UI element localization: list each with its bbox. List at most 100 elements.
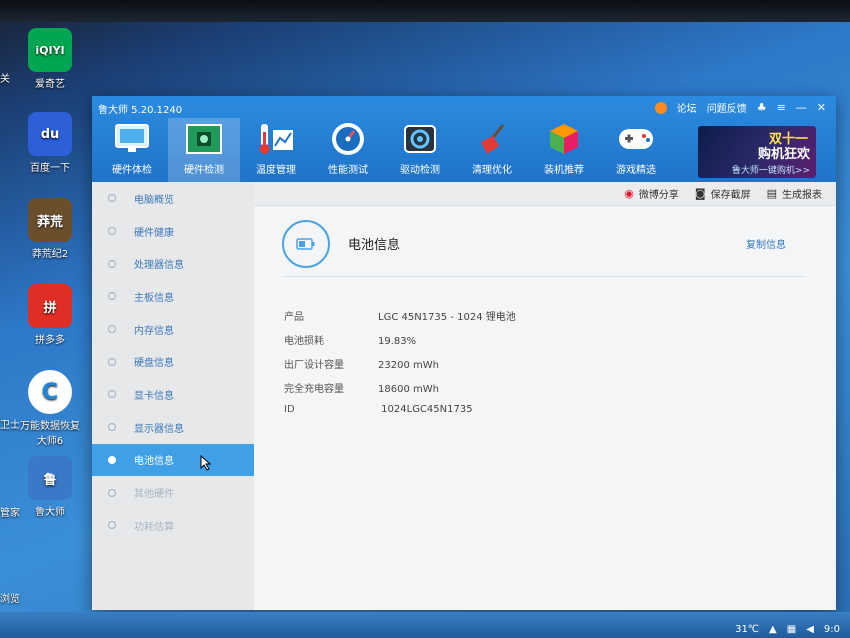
feedback-link[interactable]: 问题反馈 xyxy=(707,100,747,115)
tool-cleanup[interactable]: 清理优化 xyxy=(456,118,528,182)
sidebar-item-memory[interactable]: 内存信息 xyxy=(92,313,254,346)
circuit-board-icon xyxy=(185,121,223,157)
tool-games[interactable]: 游戏精选 xyxy=(600,118,672,182)
menu-icon[interactable]: ≡ xyxy=(777,101,786,114)
sidebar-item-overview[interactable]: 电脑概览 xyxy=(92,182,254,215)
desktop-icon-baidu[interactable]: du 百度一下 xyxy=(22,112,78,174)
bullet-icon xyxy=(108,227,116,236)
taskbar: 31℃ ▲ ▦ ◀ 9:0 xyxy=(0,612,850,638)
tool-temperature[interactable]: 温度管理 xyxy=(240,118,312,182)
speedometer-icon xyxy=(329,121,367,157)
battery-icon xyxy=(282,220,330,268)
sidebar-item-cpu[interactable]: 处理器信息 xyxy=(92,247,254,280)
generate-report-label: 生成报表 xyxy=(782,190,822,201)
desktop-icon-label: 莽荒纪2 xyxy=(31,249,69,260)
desktop-icon-pinduoduo[interactable]: 拼 拼多多 xyxy=(22,284,78,346)
sidebar-item-motherboard[interactable]: 主板信息 xyxy=(92,280,254,313)
sidebar-item-label: 功耗估算 xyxy=(134,521,174,533)
mouse-cursor-icon xyxy=(200,454,212,475)
skin-icon[interactable]: ♣ xyxy=(757,101,767,114)
volume-icon[interactable]: ◀ xyxy=(806,624,814,635)
pinduoduo-icon: 拼 xyxy=(28,284,72,328)
info-row-wear: 电池损耗 19.83% xyxy=(284,332,416,347)
tool-build-recommend[interactable]: 装机推荐 xyxy=(528,118,600,182)
copy-info-link[interactable]: 复制信息 xyxy=(746,236,786,251)
bullet-icon xyxy=(108,357,116,366)
action-bar: ◉ 微博分享 ◙ 保存截屏 ▤ 生成报表 xyxy=(254,182,836,206)
weibo-share-label: 微博分享 xyxy=(638,190,679,201)
weibo-icon: ◉ xyxy=(624,187,634,200)
info-row-product: 产品 LGC 45N1735 - 1024 锂电池 xyxy=(284,308,516,323)
sidebar-item-label: 显示器信息 xyxy=(134,423,184,435)
desktop-icon-label: 万能数据恢复大师6 xyxy=(20,421,80,447)
forum-link[interactable]: 论坛 xyxy=(677,100,697,115)
sidebar-item-label: 处理器信息 xyxy=(134,260,184,272)
tool-label: 游戏精选 xyxy=(616,165,656,176)
sidebar-item-disk[interactable]: 硬盘信息 xyxy=(92,345,254,378)
sidebar-item-label: 电池信息 xyxy=(134,456,174,468)
edge-icon-label: 浏览 xyxy=(0,594,20,605)
bullet-icon xyxy=(108,455,116,464)
temperature-readout: 31℃ xyxy=(735,624,760,635)
sidebar-item-label: 主板信息 xyxy=(134,292,174,304)
app-header: 鲁大师 5.20.1240 论坛 问题反馈 ♣ ≡ — ✕ 硬件体检 硬件检测 xyxy=(92,96,836,182)
sidebar-item-label: 内存信息 xyxy=(134,325,174,337)
desktop-icon-label: 拼多多 xyxy=(35,335,65,346)
bullet-icon xyxy=(108,390,116,399)
edge-icon-label: 关 xyxy=(0,74,10,85)
hardware-sidebar: 电脑概览 硬件健康 处理器信息 主板信息 内存信息 硬盘信息 显卡信息 显示器信… xyxy=(92,182,254,610)
tool-performance[interactable]: 性能测试 xyxy=(312,118,384,182)
tool-label: 装机推荐 xyxy=(544,165,584,176)
sidebar-item-label: 其他硬件 xyxy=(134,489,174,501)
network-icon[interactable]: ▦ xyxy=(787,624,796,635)
ludashi-logo-icon xyxy=(654,101,667,114)
tray-icon[interactable]: ▲ xyxy=(769,624,777,635)
sidebar-item-label: 硬件健康 xyxy=(134,227,174,239)
tool-label: 清理优化 xyxy=(472,165,512,176)
desktop-icon-label: 鲁大师 xyxy=(35,507,65,518)
main-toolbar: 硬件体检 硬件检测 温度管理 性能测试 驱动检测 清理优化 装机推荐 游戏精选 xyxy=(96,118,672,182)
desktop-icon-ludashi[interactable]: 鲁 鲁大师 xyxy=(22,456,78,518)
save-screenshot-label: 保存截屏 xyxy=(710,190,751,201)
sidebar-item-power-estimate[interactable]: 功耗估算 xyxy=(92,509,254,542)
sidebar-item-display[interactable]: 显示器信息 xyxy=(92,411,254,444)
info-label: 完全充电容量 xyxy=(284,384,344,395)
desktop-icon-iqiyi[interactable]: iQIYI 爱奇艺 xyxy=(22,28,78,90)
weibo-share-button[interactable]: ◉ 微博分享 xyxy=(624,186,679,201)
cube-icon xyxy=(545,121,583,157)
tool-label: 性能测试 xyxy=(328,165,368,176)
desktop-icon-label: 爱奇艺 xyxy=(35,79,65,90)
sidebar-item-gpu[interactable]: 显卡信息 xyxy=(92,378,254,411)
report-icon: ▤ xyxy=(766,187,777,200)
sidebar-item-battery[interactable]: 电池信息 xyxy=(92,443,254,477)
info-label: 产品 xyxy=(284,312,304,323)
tool-driver[interactable]: 驱动检测 xyxy=(384,118,456,182)
sidebar-item-other-hardware[interactable]: 其他硬件 xyxy=(92,476,254,509)
system-tray: 31℃ ▲ ▦ ◀ 9:0 xyxy=(735,624,840,635)
info-label: ID xyxy=(284,404,295,415)
clock[interactable]: 9:0 xyxy=(824,624,840,635)
gear-box-icon xyxy=(401,121,439,157)
info-row-id: ID 1024LGC45N1735 xyxy=(284,404,473,415)
bullet-icon xyxy=(108,521,116,530)
bullet-icon xyxy=(108,488,116,497)
monitor-icon xyxy=(113,121,151,157)
screen-bezel xyxy=(0,0,850,22)
window-title: 鲁大师 5.20.1240 xyxy=(98,105,183,116)
bullet-icon xyxy=(108,259,116,268)
tool-label: 硬件体检 xyxy=(112,165,152,176)
close-icon[interactable]: ✕ xyxy=(817,101,826,114)
promo-banner[interactable]: 双十一 购机狂欢 鲁大师一键购机>> xyxy=(698,126,816,178)
sidebar-item-health[interactable]: 硬件健康 xyxy=(92,215,254,248)
tool-hardware-checkup[interactable]: 硬件体检 xyxy=(96,118,168,182)
info-value: 18600 mWh xyxy=(378,384,439,395)
ludashi-icon: 鲁 xyxy=(28,456,72,500)
desktop-icon-label: 百度一下 xyxy=(30,163,70,174)
save-screenshot-button[interactable]: ◙ 保存截屏 xyxy=(695,186,751,201)
minimize-icon[interactable]: — xyxy=(796,101,807,114)
promo-line2: 购机狂欢 xyxy=(757,147,810,162)
generate-report-button[interactable]: ▤ 生成报表 xyxy=(767,186,822,201)
desktop-icon-manghuangji[interactable]: 莽荒 莽荒纪2 xyxy=(22,198,78,260)
desktop-icon-data-recovery[interactable]: C 万能数据恢复大师6 xyxy=(20,370,80,447)
tool-hardware-detect[interactable]: 硬件检测 xyxy=(168,118,240,182)
